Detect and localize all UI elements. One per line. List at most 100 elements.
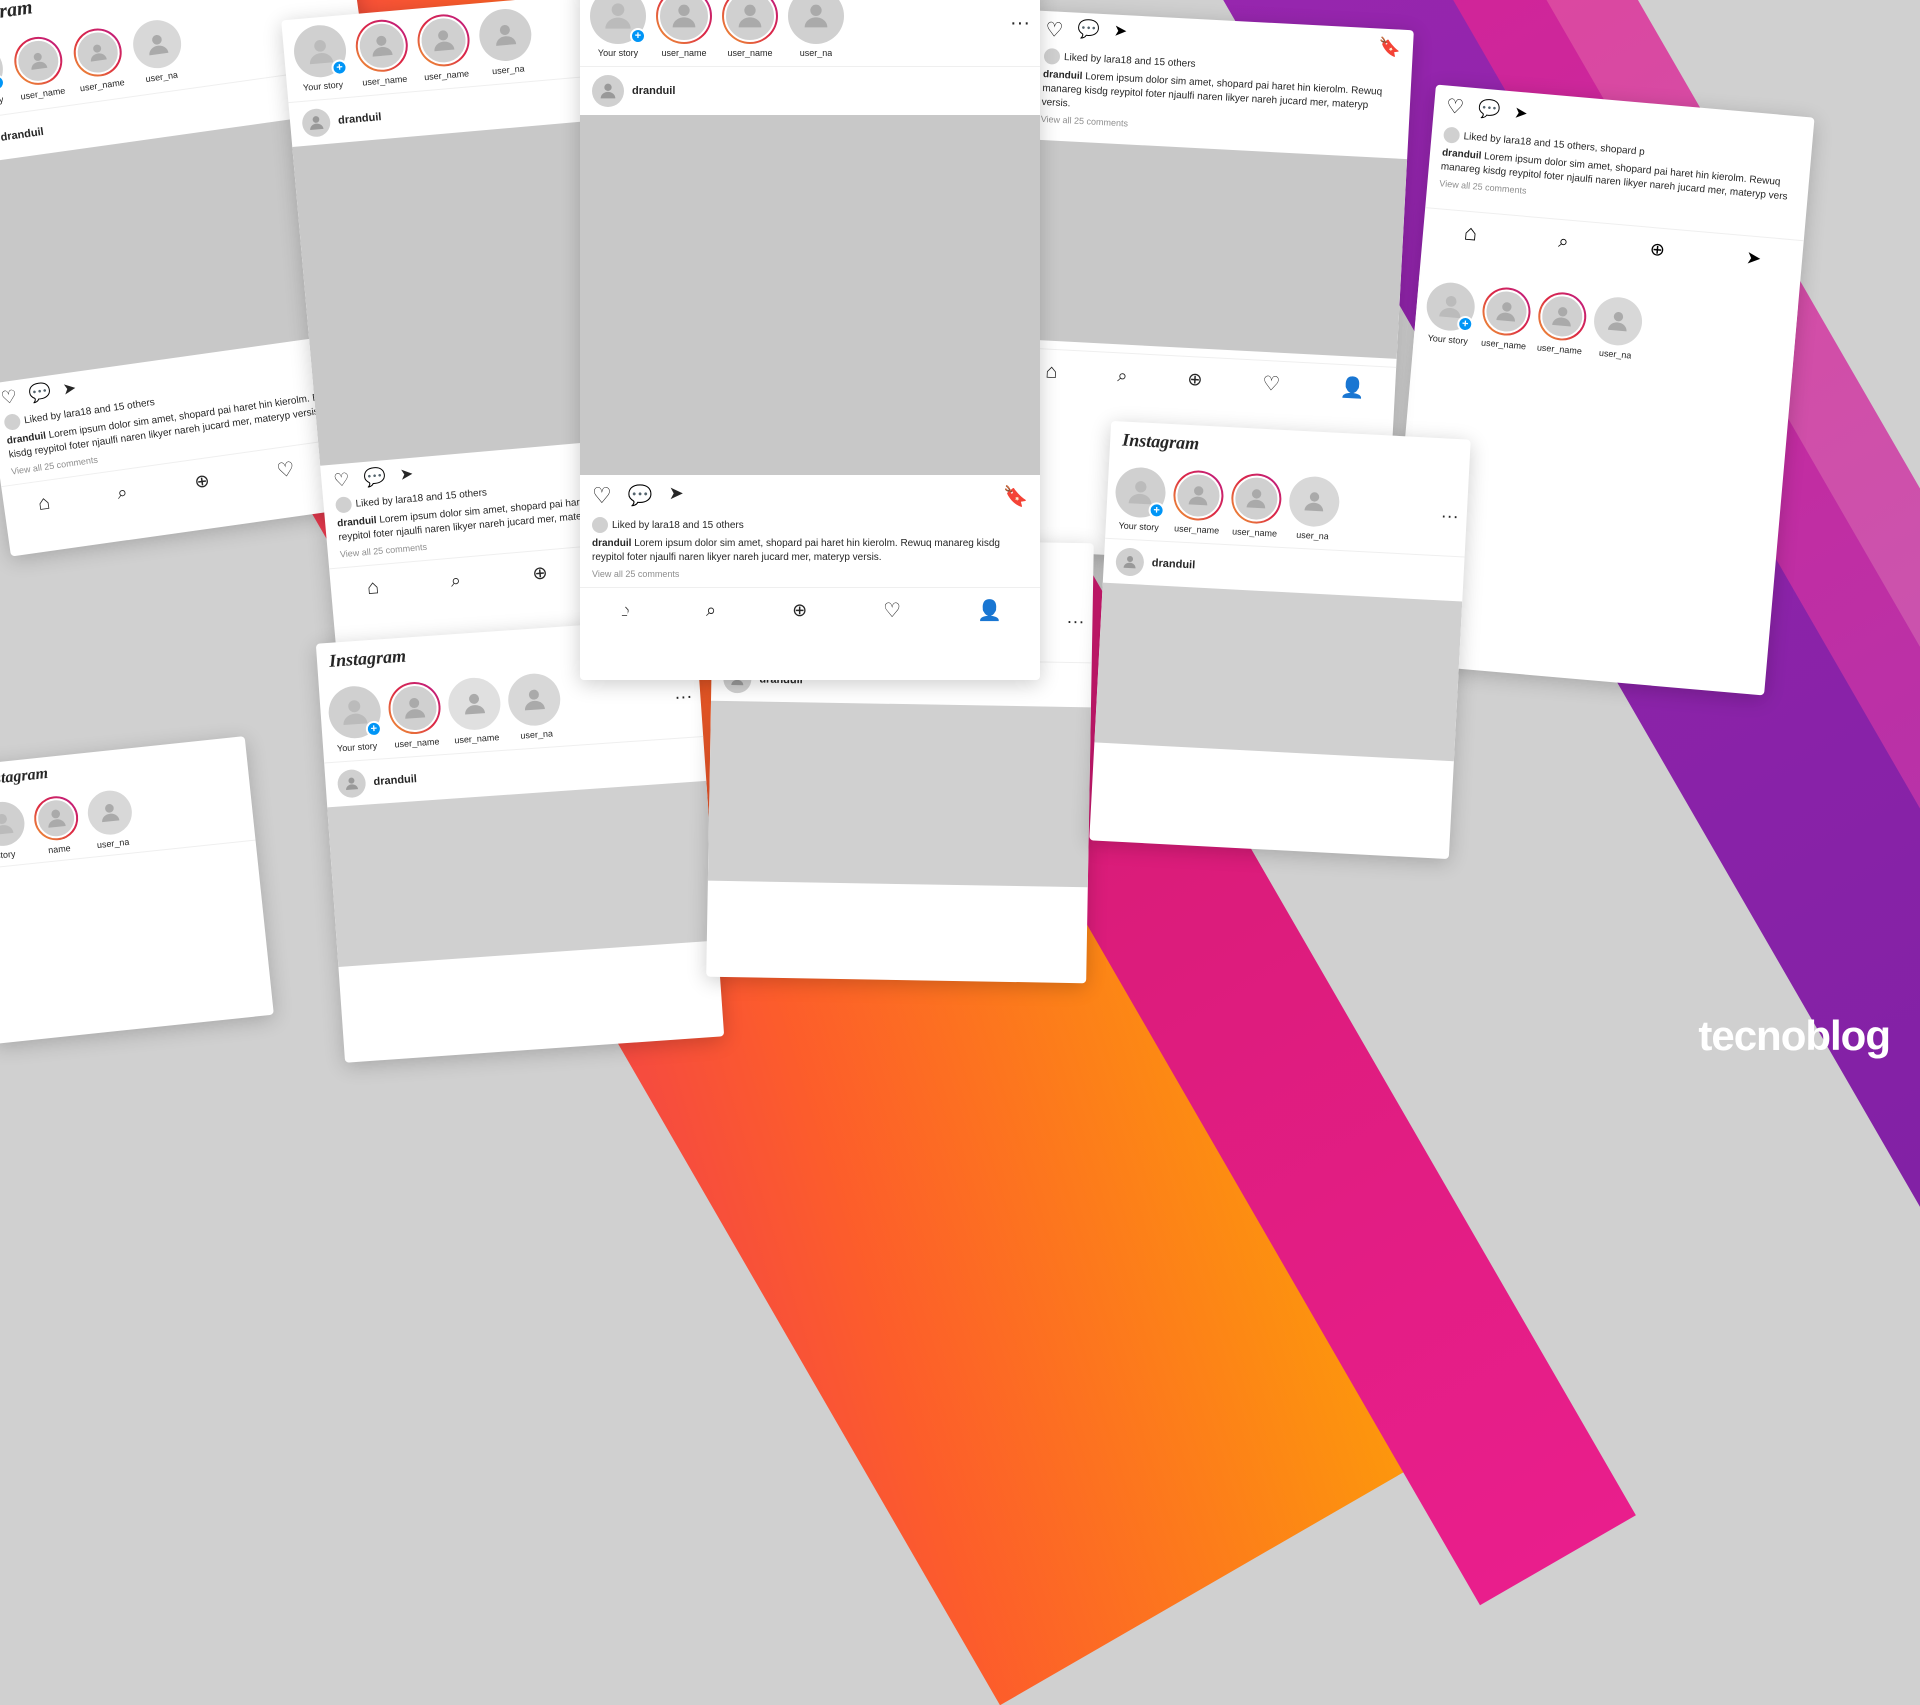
card3-nav-profile[interactable]: 👤 <box>977 598 1002 623</box>
card5-story-1[interactable]: user_name <box>1479 286 1532 352</box>
card6-story-2[interactable]: user_name <box>447 676 503 745</box>
nav-search[interactable]: ⌕ <box>116 482 129 504</box>
card3-share-icon[interactable]: ➤ <box>669 483 684 509</box>
card8-story-2[interactable]: user_name <box>1229 472 1282 539</box>
card1-like-icon[interactable]: ♡ <box>0 386 18 409</box>
card8-story-your[interactable]: + Your story <box>1114 466 1167 533</box>
card4-nav-home[interactable]: ⌂ <box>1045 361 1058 385</box>
card6-more-icon[interactable]: ··· <box>674 685 693 707</box>
send-icon-overlay <box>600 590 640 635</box>
card3-like-icon[interactable]: ♡ <box>592 483 612 509</box>
card3-view-comments[interactable]: View all 25 comments <box>592 569 1028 579</box>
card8-avatar-2 <box>1230 472 1283 525</box>
story-user3[interactable]: user_na <box>130 17 186 85</box>
story-user1[interactable]: user_name <box>11 34 67 102</box>
nav-add[interactable]: ⊕ <box>193 470 211 493</box>
card3-label-1: user_name <box>661 48 706 58</box>
card2-story-2[interactable]: user_name <box>415 12 473 82</box>
card8-story-1[interactable]: user_name <box>1171 469 1224 536</box>
card4-nav-search[interactable]: ⌕ <box>1117 365 1128 386</box>
card8-avatar-3 <box>1288 475 1341 528</box>
card5-nav-add[interactable]: ⊕ <box>1649 238 1666 260</box>
card1-comment-icon[interactable]: 💬 <box>27 381 52 405</box>
card9-story-your[interactable]: story <box>0 800 30 863</box>
card8-label-3: user_na <box>1296 530 1329 542</box>
card5-story-3[interactable]: user_na <box>1591 295 1644 361</box>
card3-caption: dranduil Lorem ipsum dolor sim amet, sho… <box>592 537 1028 565</box>
card8-more-icon[interactable]: ··· <box>1440 505 1459 527</box>
ig-card-9: Instagram story name user_na <box>0 736 274 1044</box>
card4-nav-heart[interactable]: ♡ <box>1262 371 1281 397</box>
card3-story-your[interactable]: + Your story <box>590 0 646 58</box>
card4-post-image <box>1017 139 1407 359</box>
card6-post-avatar <box>337 769 367 799</box>
add-story-btn[interactable]: + <box>0 74 6 92</box>
card5-comment-icon[interactable]: 💬 <box>1477 98 1501 121</box>
card5-nav-send[interactable]: ➤ <box>1745 247 1762 269</box>
card3-liked-by: Liked by lara18 and 15 others <box>592 517 1028 533</box>
card3-story-2[interactable]: user_name <box>722 0 778 58</box>
card6-your-avatar: + <box>327 684 383 740</box>
story-label-1: user_name <box>20 85 66 101</box>
card5-label-2: user_name <box>1537 342 1583 356</box>
card8-label-2: user_name <box>1232 526 1277 538</box>
card3-nav-search[interactable]: ⌕ <box>706 600 716 621</box>
card7-more-icon[interactable]: ··· <box>1066 610 1084 631</box>
card9-story-1[interactable]: name <box>30 794 84 857</box>
card4-like-icon[interactable]: ♡ <box>1045 17 1064 43</box>
card5-story-your[interactable]: + Your story <box>1423 281 1476 347</box>
card1-share-icon[interactable]: ➤ <box>61 378 77 401</box>
your-story-label: Your story <box>0 94 4 109</box>
card2-share-icon[interactable]: ➤ <box>399 464 414 486</box>
card8-add-btn[interactable]: + <box>1148 502 1165 519</box>
card3-comment-icon[interactable]: 💬 <box>628 483 653 509</box>
card4-nav-add[interactable]: ⊕ <box>1187 369 1203 391</box>
card3-story-1[interactable]: user_name <box>656 0 712 58</box>
card2-story-3[interactable]: user_na <box>477 7 535 77</box>
nav-heart[interactable]: ♡ <box>275 456 296 483</box>
card2-comment-icon[interactable]: 💬 <box>363 466 387 489</box>
card6-story-your[interactable]: + Your story <box>327 684 383 753</box>
card2-story-your[interactable]: + Your story <box>292 23 350 93</box>
card5-nav-home[interactable]: ⌂ <box>1463 220 1479 247</box>
card3-add-btn[interactable]: + <box>630 28 646 44</box>
story-user2[interactable]: user_name <box>71 25 127 93</box>
card6-logo: Instagram <box>328 646 406 672</box>
card6-label-2: user_name <box>454 732 500 745</box>
story-your[interactable]: + Your story <box>0 42 8 110</box>
card2-story-1[interactable]: user_name <box>354 18 412 88</box>
card5-nav-search[interactable]: ⌕ <box>1558 230 1570 252</box>
card2-nav-home[interactable]: ⌂ <box>366 576 380 600</box>
card5-share-icon[interactable]: ➤ <box>1513 102 1528 123</box>
card5-like-icon[interactable]: ♡ <box>1445 94 1465 120</box>
card3-nav-add[interactable]: ⊕ <box>792 600 807 621</box>
card2-label-1: user_name <box>362 74 408 88</box>
card8-your-label: Your story <box>1118 520 1159 532</box>
card8-post-username: dranduil <box>1152 557 1452 585</box>
card6-add-btn[interactable]: + <box>365 720 382 737</box>
card2-your-avatar: + <box>292 23 348 79</box>
card4-bookmark-icon[interactable]: 🔖 <box>1378 37 1401 59</box>
card6-avatar-2 <box>447 676 503 732</box>
card8-story-3[interactable]: user_na <box>1287 475 1340 542</box>
card4-nav-profile[interactable]: 👤 <box>1340 375 1366 401</box>
card3-bookmark-icon[interactable]: 🔖 <box>1003 484 1028 509</box>
card3-avatar-1 <box>656 0 712 44</box>
card2-nav-search[interactable]: ⌕ <box>450 570 462 592</box>
card2-nav-add[interactable]: ⊕ <box>532 562 549 584</box>
card6-story-1[interactable]: user_name <box>387 680 443 749</box>
card9-story-2[interactable]: user_na <box>84 788 138 851</box>
card5-add-btn[interactable]: + <box>1457 315 1474 332</box>
nav-home[interactable]: ⌂ <box>36 492 51 516</box>
card3-nav-heart[interactable]: ♡ <box>883 598 901 623</box>
card5-story-2[interactable]: user_name <box>1535 290 1588 356</box>
card4-comment-icon[interactable]: 💬 <box>1077 19 1101 45</box>
card6-story-3[interactable]: user_na <box>506 672 562 741</box>
card3-story-3[interactable]: user_na <box>788 0 844 58</box>
card4-share-icon[interactable]: ➤ <box>1113 21 1128 47</box>
card3-more-icon[interactable]: ··· <box>1010 12 1030 35</box>
card2-add-btn[interactable]: + <box>331 59 348 76</box>
card3-your-avatar: + <box>590 0 646 44</box>
ig-card-3: + Your story user_name user_name <box>580 0 1040 680</box>
card2-like-icon[interactable]: ♡ <box>333 469 351 491</box>
